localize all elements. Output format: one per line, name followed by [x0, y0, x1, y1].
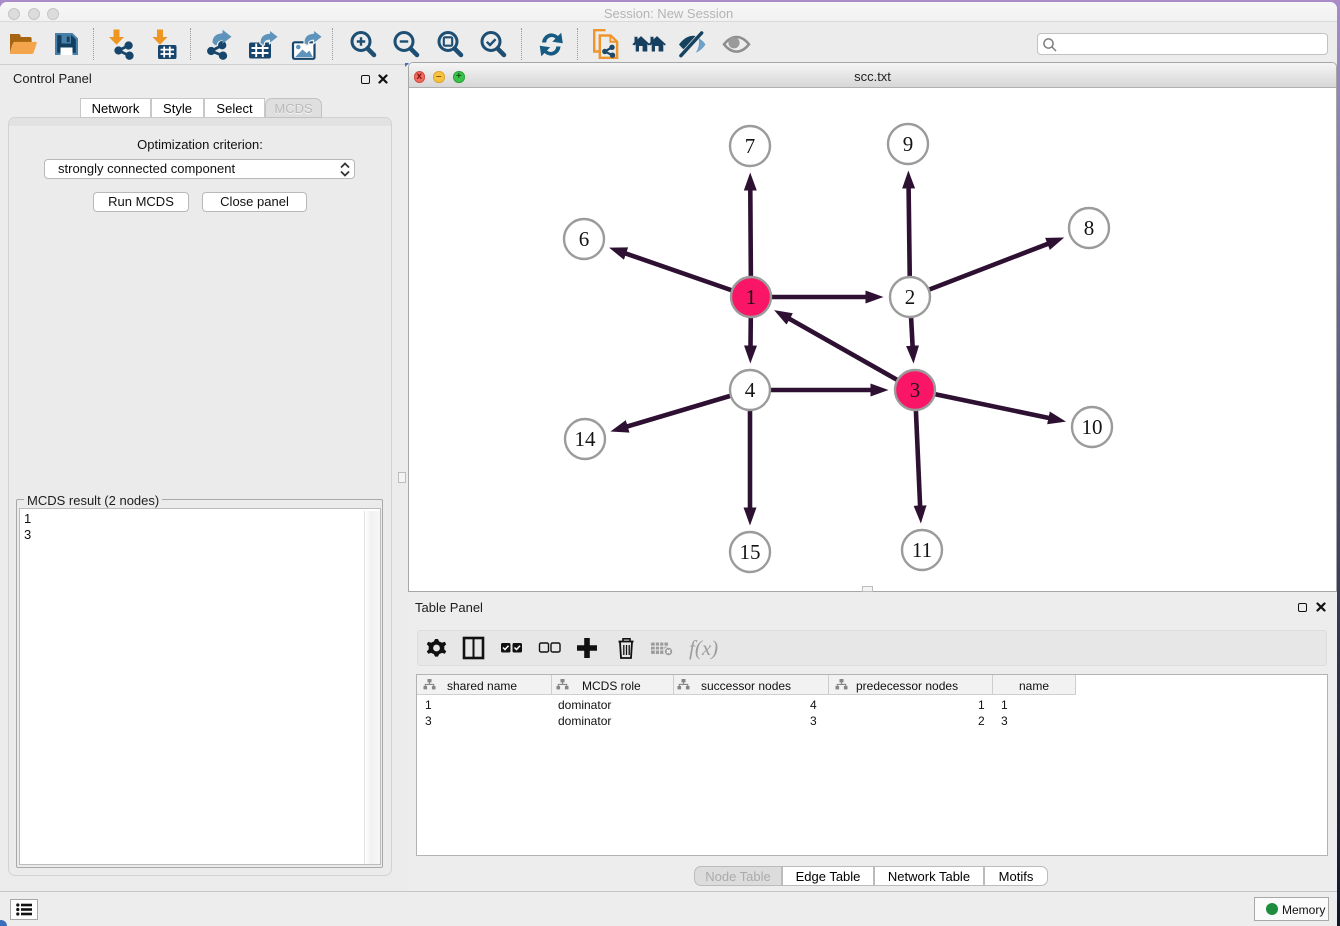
svg-text:8: 8: [1084, 216, 1095, 240]
svg-text:10: 10: [1082, 415, 1103, 439]
svg-text:11: 11: [912, 538, 932, 562]
svg-text:15: 15: [740, 540, 761, 564]
svg-text:4: 4: [745, 378, 756, 402]
svg-text:f(x): f(x): [689, 636, 718, 660]
svg-text:3: 3: [910, 378, 921, 402]
svg-text:7: 7: [745, 134, 756, 158]
svg-text:9: 9: [903, 132, 914, 156]
svg-text:2: 2: [905, 285, 916, 309]
svg-text:14: 14: [575, 427, 597, 451]
svg-text:6: 6: [579, 227, 590, 251]
svg-text:1: 1: [746, 285, 757, 309]
